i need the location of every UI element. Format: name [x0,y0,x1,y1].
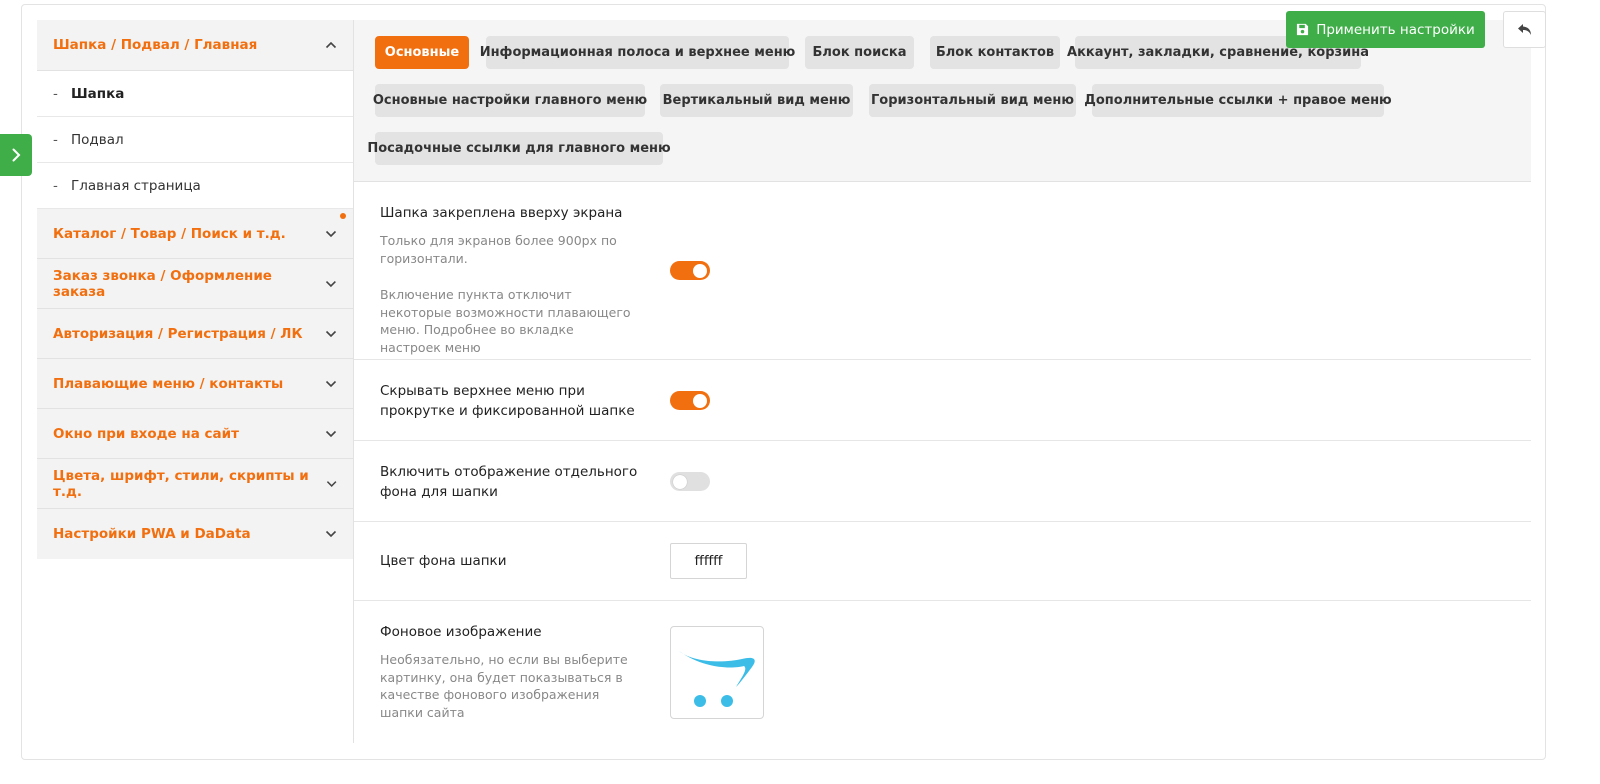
tab-contacts-block[interactable]: Блок контактов [930,36,1060,69]
setting-row-hide-top-menu: Скрывать верхнее меню при прокрутке и фи… [354,360,1531,441]
undo-icon [1517,23,1531,35]
sidebar-section-title: Плавающие меню / контакты [53,375,284,392]
setting-row-bg-color: Цвет фона шапки [354,522,1531,601]
setting-title: Цвет фона шапки [380,553,507,569]
chevron-right-icon [12,148,20,162]
chevron-down-icon [326,480,337,487]
sidebar-section-auth[interactable]: Авторизация / Регистрация / ЛК [37,309,353,359]
item-prefix: - [53,131,58,148]
sidebar-section-styles[interactable]: Цвета, шрифт, стили, скрипты и т.д. [37,459,353,509]
sidebar-item-homepage[interactable]: - Главная страница [37,163,353,209]
setting-row-sticky-header: Шапка закреплена вверху экрана Только дл… [354,182,1531,360]
tab-basic[interactable]: Основные [375,36,469,69]
sidebar-section-title: Цвета, шрифт, стили, скрипты и т.д. [53,467,309,500]
sidebar-item-footer[interactable]: - Подвал [37,117,353,163]
tab-main-menu-settings[interactable]: Основные настройки главного меню [373,84,647,117]
separate-bg-toggle[interactable] [670,472,710,491]
sidebar-section-floating-menu[interactable]: Плавающие меню / контакты [37,359,353,409]
toggle-knob [693,263,707,278]
apply-settings-button[interactable]: Применить настройки [1286,11,1485,48]
hide-top-menu-toggle[interactable] [670,391,710,410]
settings-main: Основные Информационная полоса и верхнее… [353,20,1531,743]
notification-dot [340,213,346,219]
setting-title: Фоновое изображение [380,624,542,640]
tab-horizontal-menu[interactable]: Горизонтальный вид меню [869,84,1076,117]
setting-description: Необязательно, но если вы выберите карти… [380,652,628,721]
sidebar-item-header[interactable]: - Шапка [37,71,353,117]
opencart-cart-icon [679,650,755,707]
sidebar-section-catalog[interactable]: Каталог / Товар / Поиск и т.д. [37,209,353,259]
toggle-knob [673,474,687,489]
apply-settings-label: Применить настройки [1316,21,1475,38]
sidebar-item-label: Подвал [71,131,124,148]
sidebar-section-title: Настройки PWA и DaData [53,526,251,542]
sidebar-item-label: Главная страница [71,177,201,194]
settings-sidebar: Шапка / Подвал / Главная - Шапка - Подва… [37,20,353,559]
chevron-down-icon [325,430,337,437]
sidebar-section-pwa[interactable]: Настройки PWA и DaData [37,509,353,559]
setting-row-bg-image: Фоновое изображение Необязательно, но ес… [354,601,1531,743]
chevron-down-icon [325,380,337,387]
back-button[interactable] [1503,11,1546,48]
tab-extra-links[interactable]: Дополнительные ссылки + правое меню [1084,84,1392,117]
setting-description: Только для экранов более 900px по горизо… [380,233,617,266]
tab-vertical-menu[interactable]: Вертикальный вид меню [660,84,853,117]
sidebar-section-entry-window[interactable]: Окно при входе на сайт [37,409,353,459]
sidebar-section-title: Шапка / Подвал / Главная [53,37,258,53]
bg-color-input[interactable] [670,543,747,579]
save-icon [1297,23,1309,36]
item-prefix: - [53,177,58,194]
chevron-down-icon [325,230,337,237]
sidebar-section-title: Каталог / Товар / Поиск и т.д. [53,225,286,242]
tab-info-bar[interactable]: Информационная полоса и верхнее меню [480,36,795,69]
item-prefix: - [53,85,58,102]
sidebar-section-title: Заказ звонка / Оформление заказа [53,267,272,300]
sticky-header-toggle[interactable] [670,261,710,280]
bg-image-picker[interactable] [670,626,764,719]
chevron-down-icon [326,280,337,287]
setting-description: Включение пункта отключит некоторые возм… [380,287,631,356]
sidebar-section-header-footer-home[interactable]: Шапка / Подвал / Главная [37,20,353,71]
chevron-down-icon [325,330,337,337]
sidebar-toggle[interactable] [0,134,32,176]
setting-title: Шапка закреплена вверху экрана [380,205,623,221]
setting-title: Включить отображение отдельного фона для… [380,464,638,500]
tab-landing-links[interactable]: Посадочные ссылки для главного меню [367,132,671,165]
sidebar-section-order[interactable]: Заказ звонка / Оформление заказа [37,259,353,309]
sidebar-section-title: Окно при входе на сайт [53,425,239,442]
chevron-up-icon [325,41,337,49]
toggle-knob [693,393,707,408]
sidebar-item-label: Шапка [71,85,125,102]
sidebar-section-title: Авторизация / Регистрация / ЛК [53,325,303,342]
chevron-down-icon [325,530,337,538]
setting-row-separate-bg: Включить отображение отдельного фона для… [354,441,1531,522]
setting-title: Скрывать верхнее меню при прокрутке и фи… [380,383,635,419]
tab-search-block[interactable]: Блок поиска [805,36,914,69]
